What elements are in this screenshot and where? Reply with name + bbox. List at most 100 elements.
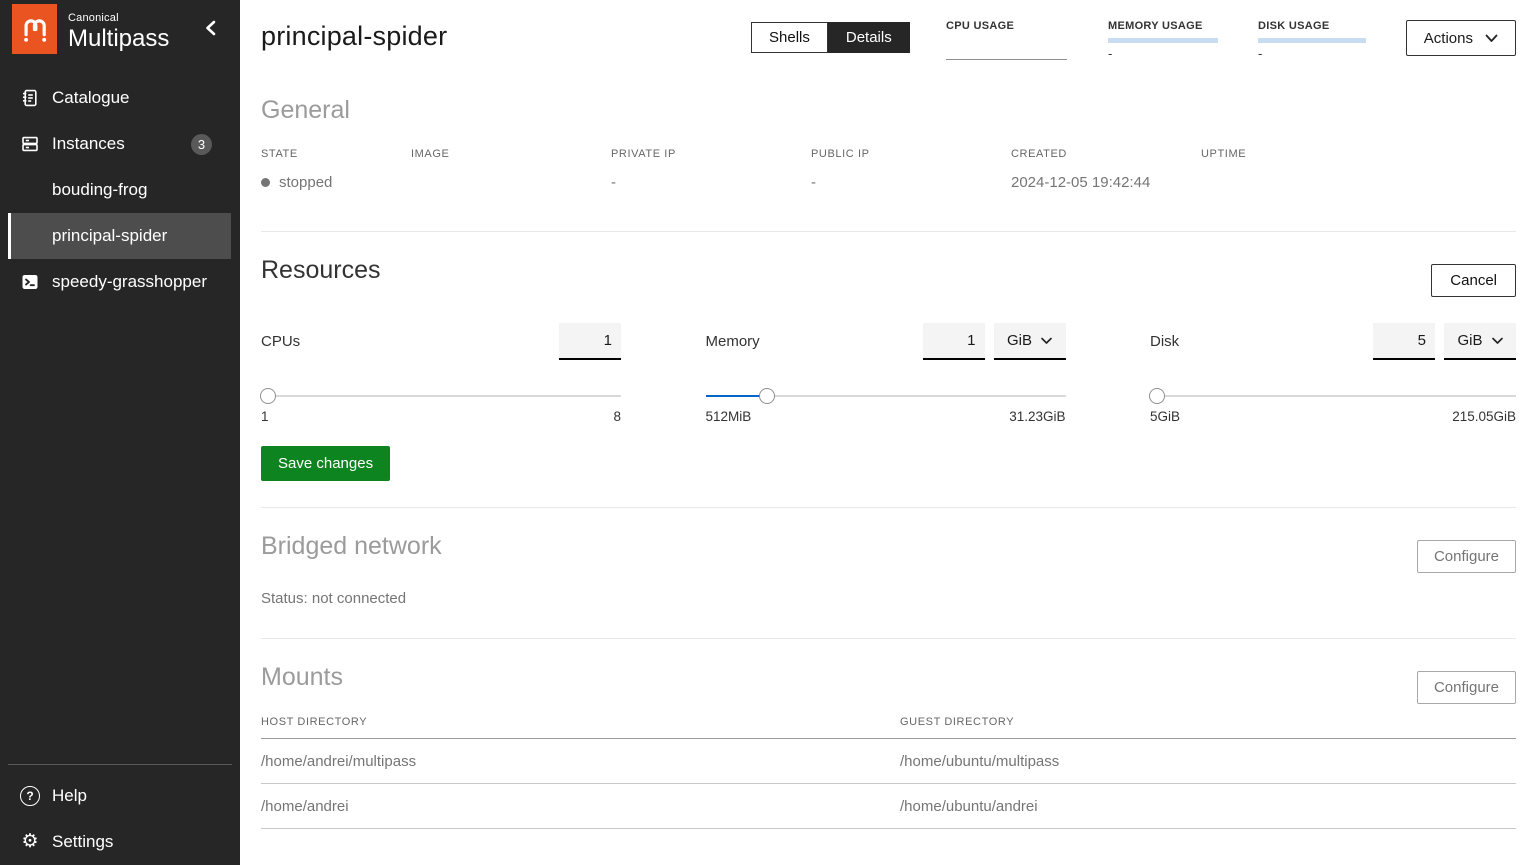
mounts-table-header: HOST DIRECTORY GUEST DIRECTORY [261, 716, 1516, 739]
cpus-label: CPUs [261, 333, 300, 350]
mounts-table: HOST DIRECTORY GUEST DIRECTORY /home/and… [261, 716, 1516, 829]
disk-max-label: 215.05GiB [1452, 409, 1516, 424]
section-divider [261, 231, 1516, 232]
cancel-button[interactable]: Cancel [1431, 264, 1516, 297]
memory-usage-label: MEMORY USAGE [1108, 20, 1218, 32]
slider-track [261, 395, 621, 397]
disk-usage-label: DISK USAGE [1258, 20, 1366, 32]
sidebar-item-label: Catalogue [52, 88, 130, 108]
cpus-control: CPUs 1 8 [261, 323, 621, 424]
host-directory-cell: /home/andrei [261, 798, 900, 815]
field-label: UPTIME [1201, 148, 1516, 160]
field-label: PUBLIC IP [811, 148, 1011, 160]
memory-max-label: 31.23GiB [1009, 409, 1065, 424]
sidebar-collapse-icon[interactable] [205, 20, 216, 41]
disk-usage-panel: DISK USAGE - [1258, 20, 1366, 61]
sidebar-item-speedy-grasshopper[interactable]: speedy-grasshopper [0, 259, 240, 305]
sidebar-footer-divider [8, 764, 232, 765]
brand: Canonical Multipass [0, 0, 240, 54]
state-dot-icon [261, 178, 270, 187]
sidebar-item-label: speedy-grasshopper [52, 272, 207, 292]
brand-company: Canonical [68, 12, 169, 24]
general-info-grid: STATE stopped IMAGE PRIVATE IP - PUBLIC … [261, 148, 1516, 191]
table-row: /home/andrei /home/ubuntu/andrei [261, 784, 1516, 829]
actions-button[interactable]: Actions [1406, 20, 1516, 56]
disk-input[interactable] [1373, 323, 1435, 360]
catalogue-icon [20, 88, 40, 108]
terminal-icon [20, 272, 40, 292]
page-title: principal-spider [261, 21, 447, 52]
field-label: CREATED [1011, 148, 1201, 160]
mounts-configure-button[interactable]: Configure [1417, 671, 1516, 704]
disk-slider-handle[interactable] [1149, 388, 1165, 404]
sidebar-item-label: Instances [52, 134, 125, 154]
bridged-status-text: Status: not connected [261, 590, 1516, 607]
memory-slider[interactable] [706, 388, 1066, 404]
view-tabs: Shells Details [751, 22, 910, 53]
cpus-max-label: 8 [613, 409, 621, 424]
field-value: - [811, 173, 1011, 191]
bridged-network-title: Bridged network [261, 532, 442, 561]
cpus-min-label: 1 [261, 409, 269, 424]
guest-directory-cell: /home/ubuntu/multipass [900, 753, 1059, 770]
brand-product: Multipass [68, 25, 169, 53]
mounts-header-row: Mounts Configure [261, 663, 1516, 704]
field-value [1201, 173, 1516, 191]
cpus-slider[interactable] [261, 388, 621, 404]
instances-icon [20, 134, 40, 154]
sidebar-nav: Catalogue Instances 3 bouding-frog [0, 75, 240, 764]
slider-fill [706, 395, 767, 397]
save-changes-button[interactable]: Save changes [261, 446, 390, 481]
host-directory-cell: /home/andrei/multipass [261, 753, 900, 770]
sidebar-item-help[interactable]: ? Help [0, 773, 240, 819]
memory-usage-value: - [1108, 46, 1218, 61]
mounts-title: Mounts [261, 663, 343, 692]
disk-label: Disk [1150, 333, 1179, 350]
chevron-down-icon [1485, 34, 1498, 43]
sidebar-item-principal-spider[interactable]: principal-spider [8, 213, 231, 259]
multipass-app: Canonical Multipass [0, 0, 1537, 865]
sidebar-item-bouding-frog[interactable]: bouding-frog [0, 167, 240, 213]
general-field-public-ip: PUBLIC IP - [811, 148, 1011, 191]
slider-track [1150, 395, 1516, 397]
guest-directory-cell: /home/ubuntu/andrei [900, 798, 1038, 815]
general-field-image: IMAGE [411, 148, 611, 191]
disk-slider[interactable] [1150, 388, 1516, 404]
details-content: General STATE stopped IMAGE PRIVATE IP - [240, 96, 1537, 829]
guest-directory-column-header: GUEST DIRECTORY [900, 716, 1014, 728]
disk-control: Disk GiB [1150, 323, 1516, 424]
sidebar-item-settings[interactable]: ⚙ Settings [0, 819, 240, 865]
sidebar-item-instances[interactable]: Instances 3 [0, 121, 240, 167]
chevron-down-icon [1492, 337, 1503, 345]
tab-details[interactable]: Details [828, 22, 910, 53]
cpu-usage-label: CPU USAGE [946, 20, 1067, 32]
bridged-configure-button[interactable]: Configure [1417, 540, 1516, 573]
memory-unit-select[interactable]: GiB [994, 323, 1066, 360]
general-section-title: General [261, 96, 1516, 125]
brand-text: Canonical Multipass [68, 4, 169, 53]
memory-min-label: 512MiB [706, 409, 752, 424]
field-value [411, 173, 611, 191]
instance-header: principal-spider Shells Details CPU USAG… [240, 0, 1537, 76]
general-field-state: STATE stopped [261, 148, 411, 191]
memory-label: Memory [706, 333, 760, 350]
general-field-created: CREATED 2024-12-05 19:42:44 [1011, 148, 1201, 191]
cpus-slider-handle[interactable] [260, 388, 276, 404]
table-row: /home/andrei/multipass /home/ubuntu/mult… [261, 739, 1516, 784]
cpus-input[interactable] [559, 323, 621, 360]
memory-input[interactable] [923, 323, 985, 360]
disk-unit-value: GiB [1457, 332, 1482, 349]
section-divider [261, 507, 1516, 508]
actions-button-label: Actions [1424, 30, 1473, 47]
host-directory-column-header: HOST DIRECTORY [261, 716, 900, 728]
sidebar-item-label: principal-spider [52, 226, 167, 246]
tab-shells[interactable]: Shells [751, 22, 828, 53]
disk-usage-value: - [1258, 46, 1366, 61]
general-field-uptime: UPTIME [1201, 148, 1516, 191]
main-panel: principal-spider Shells Details CPU USAG… [240, 0, 1537, 865]
memory-slider-handle[interactable] [759, 388, 775, 404]
disk-unit-select[interactable]: GiB [1444, 323, 1516, 360]
sidebar-footer: ? Help ⚙ Settings [0, 764, 240, 865]
sidebar-item-catalogue[interactable]: Catalogue [0, 75, 240, 121]
memory-usage-bar [1108, 38, 1218, 43]
